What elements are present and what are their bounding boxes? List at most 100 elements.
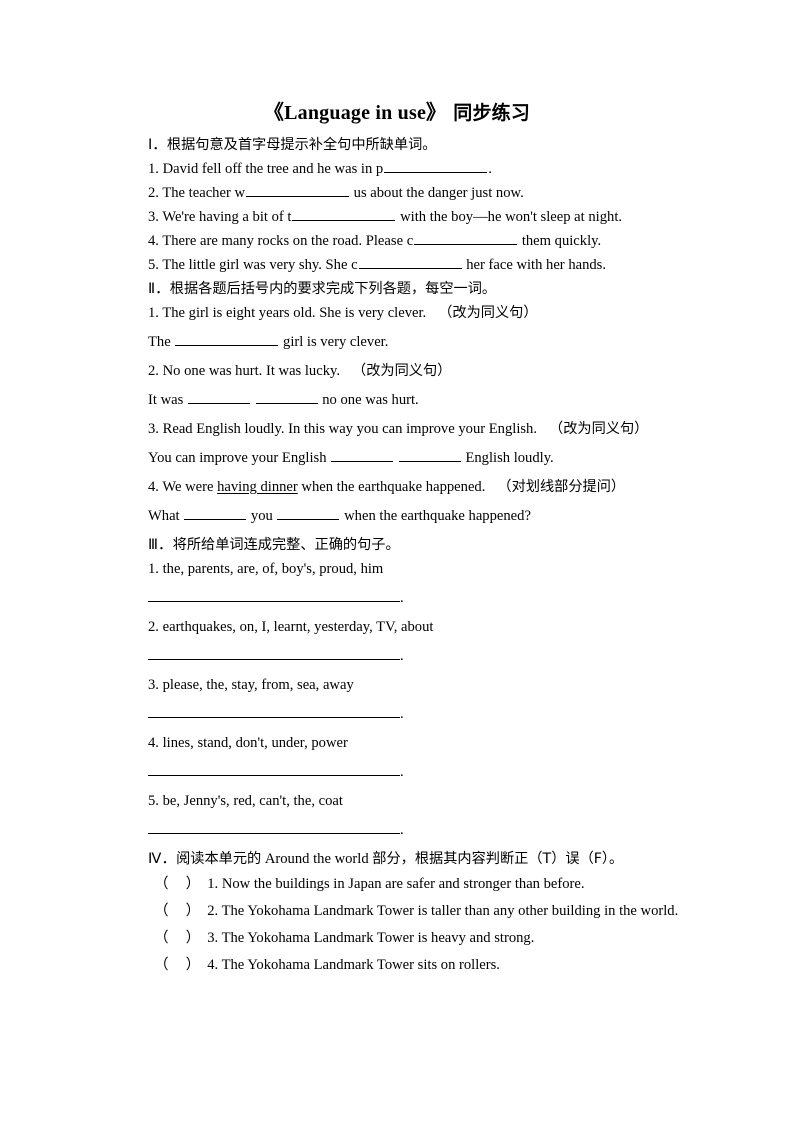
- item-text-before: David fell off the tree and he was in p: [162, 161, 384, 177]
- item-number: 2.: [148, 619, 159, 635]
- section-4-heading-en: Around the world: [264, 851, 369, 867]
- fill-blank[interactable]: [331, 447, 394, 462]
- section-3-item-3-answer: .: [148, 697, 668, 731]
- item-words: lines, stand, don't, under, power: [162, 735, 348, 751]
- answer-end-mark: .: [400, 764, 404, 780]
- fill-blank[interactable]: [175, 331, 279, 346]
- item-words: please, the, stay, from, sea, away: [162, 677, 354, 693]
- fill-blank[interactable]: [292, 206, 396, 221]
- section-3-heading-text: 将所给单词连成完整、正确的句子。: [172, 537, 400, 553]
- answer-end-mark: .: [400, 706, 404, 722]
- fill-blank[interactable]: [184, 505, 247, 520]
- fill-blank[interactable]: [255, 389, 318, 404]
- section-3-item-4-answer: .: [148, 755, 668, 789]
- worksheet-page: 《Language in use》 同步练习 Ⅰ．根据句意及首字母提示补全句中所缺…: [0, 0, 794, 1123]
- item-number: 1.: [148, 161, 159, 177]
- item-words: earthquakes, on, I, learnt, yesterday, T…: [162, 619, 434, 635]
- section-4-item-3: （） 3. The Yokohama Landmark Tower is heav…: [148, 925, 668, 952]
- section-3-number: Ⅲ．: [148, 537, 173, 553]
- item-prompt-after: when the earthquake happened.: [301, 479, 486, 495]
- section-3-item-1: 1. the, parents, are, of, boy's, proud, …: [148, 557, 668, 581]
- answer-bracket[interactable]: （）: [154, 871, 200, 898]
- fill-blank[interactable]: [398, 447, 461, 462]
- section-2-number: Ⅱ．: [148, 281, 170, 297]
- item-text-after: her face with her hands.: [466, 257, 607, 273]
- item-prompt: Read English loudly. In this way you can…: [162, 421, 537, 437]
- section-1-item-3: 3. We're having a bit of t with the boy—…: [148, 205, 668, 229]
- item-number: 3.: [207, 930, 219, 946]
- fill-blank[interactable]: [277, 505, 340, 520]
- section-1-number: Ⅰ．: [148, 137, 167, 153]
- item-number: 5.: [148, 257, 159, 273]
- item-number: 2.: [148, 363, 159, 379]
- answer-write-line[interactable]: [148, 705, 400, 718]
- answer-text-before: The: [148, 334, 171, 350]
- item-text-after: them quickly.: [521, 233, 602, 249]
- section-1-item-5: 5. The little girl was very shy. She c h…: [148, 253, 668, 277]
- answer-write-line[interactable]: [148, 589, 400, 602]
- answer-write-line[interactable]: [148, 647, 400, 660]
- item-number: 4.: [207, 957, 219, 973]
- item-number: 1.: [148, 561, 159, 577]
- section-1-heading-text: 根据句意及首字母提示补全句中所缺单词。: [166, 137, 437, 153]
- answer-end-mark: .: [400, 648, 404, 664]
- item-words: be, Jenny's, red, can't, the, coat: [162, 793, 343, 809]
- section-4-item-1: （） 1. Now the buildings in Japan are safe…: [148, 871, 668, 898]
- item-number: 1.: [207, 876, 219, 892]
- item-number: 3.: [148, 421, 159, 437]
- item-text: The Yokohama Landmark Tower is heavy and…: [221, 930, 535, 946]
- item-text-after: with the boy—he won't sleep at night.: [400, 209, 623, 225]
- section-2-item-2-prompt: 2. No one was hurt. It was lucky. （改为同义句）: [148, 359, 668, 383]
- section-2-item-2-answer: It was no one was hurt.: [148, 383, 668, 417]
- item-number: 2.: [148, 185, 159, 201]
- item-number: 2.: [207, 903, 219, 919]
- fill-blank[interactable]: [187, 389, 250, 404]
- section-3-item-3: 3. please, the, stay, from, sea, away: [148, 673, 668, 697]
- item-text-after: us about the danger just now.: [353, 185, 524, 201]
- section-2-item-1-answer: The girl is very clever.: [148, 325, 668, 359]
- item-number: 1.: [148, 305, 159, 321]
- item-instruction: （改为同义句）: [352, 363, 452, 379]
- item-prompt-before: We were: [162, 479, 214, 495]
- answer-text-mid: you: [250, 508, 273, 524]
- answer-text-before: What: [148, 508, 180, 524]
- section-2-item-3-prompt: 3. Read English loudly. In this way you …: [148, 417, 668, 441]
- item-number: 4.: [148, 479, 159, 495]
- answer-write-line[interactable]: [148, 763, 400, 776]
- page-title: 《Language in use》 同步练习: [0, 96, 794, 125]
- item-text: The Yokohama Landmark Tower sits on roll…: [221, 957, 500, 973]
- section-2-heading: Ⅱ．根据各题后括号内的要求完成下列各题，每空一词。: [148, 277, 668, 301]
- section-3-heading: Ⅲ．将所给单词连成完整、正确的句子。: [148, 533, 668, 557]
- item-number: 4.: [148, 735, 159, 751]
- section-3-item-1-answer: .: [148, 581, 668, 615]
- answer-bracket[interactable]: （）: [154, 952, 200, 979]
- item-text-after: .: [488, 161, 492, 177]
- section-4-item-2: （） 2. The Yokohama Landmark Tower is tall…: [148, 898, 678, 925]
- fill-blank[interactable]: [384, 158, 488, 173]
- item-number: 3.: [148, 209, 159, 225]
- section-3-item-4: 4. lines, stand, don't, under, power: [148, 731, 668, 755]
- item-text: Now the buildings in Japan are safer and…: [221, 876, 585, 892]
- section-3-item-5-answer: .: [148, 813, 668, 847]
- worksheet-body: Ⅰ．根据句意及首字母提示补全句中所缺单词。 1. David fell off …: [148, 133, 678, 979]
- section-2-item-4-prompt: 4. We were having dinner when the earthq…: [148, 475, 668, 499]
- item-text-before: The little girl was very shy. She c: [162, 257, 358, 273]
- answer-text-after: no one was hurt.: [322, 392, 419, 408]
- answer-write-line[interactable]: [148, 821, 400, 834]
- section-3-item-2: 2. earthquakes, on, I, learnt, yesterday…: [148, 615, 668, 639]
- fill-blank[interactable]: [246, 182, 349, 197]
- fill-blank[interactable]: [414, 230, 518, 245]
- item-text-before: There are many rocks on the road. Please…: [162, 233, 414, 249]
- section-4-heading-text-a: 阅读本单元的: [176, 851, 262, 867]
- fill-blank[interactable]: [358, 254, 462, 269]
- answer-text-before: It was: [148, 392, 184, 408]
- item-prompt: No one was hurt. It was lucky.: [162, 363, 340, 379]
- answer-bracket[interactable]: （）: [154, 925, 200, 952]
- item-text-before: The teacher w: [162, 185, 245, 201]
- section-3-item-2-answer: .: [148, 639, 668, 673]
- answer-bracket[interactable]: （）: [154, 898, 200, 925]
- section-1-heading: Ⅰ．根据句意及首字母提示补全句中所缺单词。: [148, 133, 668, 157]
- page-title-main: 《Language in use》: [263, 102, 447, 124]
- section-1-item-2: 2. The teacher w us about the danger jus…: [148, 181, 668, 205]
- section-4-item-4: （） 4. The Yokohama Landmark Tower sits on…: [148, 952, 668, 979]
